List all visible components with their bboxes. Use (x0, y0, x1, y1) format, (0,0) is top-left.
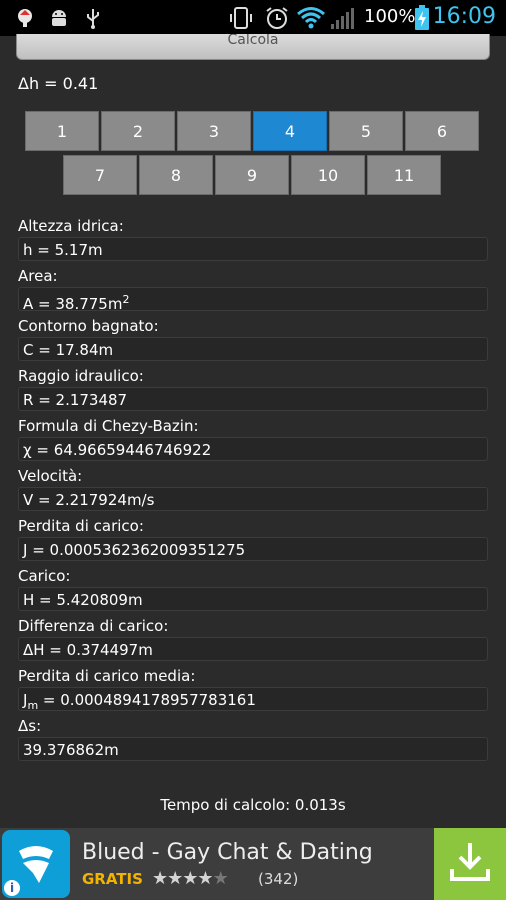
result-value-field[interactable]: h = 5.17m (18, 237, 488, 261)
result-value-field[interactable]: R = 2.173487 (18, 387, 488, 411)
tab-6[interactable]: 6 (405, 111, 479, 151)
result-value-field[interactable]: J = 0.0005362362009351275 (18, 537, 488, 561)
wifi-icon (296, 6, 326, 30)
vibrate-icon (228, 6, 254, 30)
result-label: Perdita di carico: (18, 517, 144, 535)
result-label: Velocità: (18, 467, 83, 485)
calcola-button-label: Calcola (227, 34, 279, 48)
results-list: Altezza idrica: h = 5.17m Area: A = 38.775m… (18, 216, 488, 766)
result-value: H = 5.420809m (23, 591, 143, 609)
result-value: h = 5.17m (23, 241, 103, 259)
result-label: Perdita di carico media: (18, 667, 196, 685)
tab-9[interactable]: 9 (215, 155, 289, 195)
signal-icon (330, 6, 358, 30)
result-value: = 0.0004894178957783161 (38, 691, 256, 709)
result-value: A = 38.775m (23, 295, 123, 313)
result-value: R = 2.173487 (23, 391, 128, 409)
ad-rating-stars: ★★★★★ (152, 868, 229, 889)
result-value: C = 17.84m (23, 341, 114, 359)
result-value-field[interactable]: A = 38.775m2 (18, 287, 488, 313)
ad-banner[interactable]: i Blued - Gay Chat & Dating GRATIS ★★★★★… (0, 828, 506, 900)
star-icon: ★ (212, 868, 229, 889)
result-label: Area: (18, 267, 58, 285)
ad-info-icon[interactable]: i (4, 880, 20, 896)
tab-8[interactable]: 8 (139, 155, 213, 195)
tab-11[interactable]: 11 (367, 155, 441, 195)
ad-rating-count: (342) (258, 870, 299, 888)
result-label: Contorno bagnato: (18, 317, 159, 335)
result-value: J = 0.0005362362009351275 (23, 541, 246, 559)
star-icon: ★ (152, 868, 168, 889)
usb-icon (84, 6, 102, 30)
status-bar: 100% 16:09 (0, 0, 506, 36)
star-icon: ★ (197, 868, 213, 889)
result-value-field[interactable]: V = 2.217924m/s (18, 487, 488, 511)
result-label: Carico: (18, 567, 71, 585)
result-value-field[interactable]: χ = 64.96659446746922 (18, 437, 488, 461)
result-value-field[interactable]: C = 17.84m (18, 337, 488, 361)
tab-3[interactable]: 3 (177, 111, 251, 151)
result-label: Altezza idrica: (18, 217, 124, 235)
clock: 16:09 (432, 4, 496, 29)
star-icon: ★ (167, 868, 183, 889)
tab-7[interactable]: 7 (63, 155, 137, 195)
tab-10[interactable]: 10 (291, 155, 365, 195)
tab-4[interactable]: 4 (253, 111, 327, 151)
tab-1[interactable]: 1 (25, 111, 99, 151)
android-debug-icon (48, 6, 70, 30)
delta-h-value: Δh = 0.41 (18, 74, 99, 93)
result-value-superscript: 2 (122, 293, 130, 306)
result-value: ΔH = 0.374497m (23, 641, 153, 659)
result-label: Raggio idraulico: (18, 367, 144, 385)
tab-2[interactable]: 2 (101, 111, 175, 151)
section-tabs-row-2: 7 8 9 10 11 (63, 155, 441, 195)
result-value-field[interactable]: ΔH = 0.374497m (18, 637, 488, 661)
battery-charging-icon (414, 5, 430, 30)
result-label: Formula di Chezy-Bazin: (18, 417, 199, 435)
computation-time: Tempo di calcolo: 0.013s (160, 796, 346, 814)
result-value: 39.376862m (23, 741, 119, 759)
battery-percentage: 100% (364, 6, 416, 27)
calcola-button[interactable]: Calcola (16, 34, 490, 60)
star-icon: ★ (182, 868, 198, 889)
result-value: V = 2.217924m/s (23, 491, 155, 509)
result-value-field[interactable]: 39.376862m (18, 737, 488, 761)
ad-price: GRATIS (82, 870, 143, 888)
result-value-field[interactable]: H = 5.420809m (18, 587, 488, 611)
result-value-subscript: m (27, 699, 39, 712)
download-button[interactable] (434, 828, 506, 900)
result-value-field[interactable]: Jm = 0.0004894178957783161 (18, 687, 488, 712)
alarm-icon (264, 6, 290, 30)
result-label: Differenza di carico: (18, 617, 169, 635)
ad-title[interactable]: Blued - Gay Chat & Dating (82, 840, 373, 865)
section-tabs-row-1: 123456 (25, 111, 479, 151)
download-icon (447, 839, 493, 889)
result-value: χ = 64.96659446746922 (23, 441, 212, 459)
tab-5[interactable]: 5 (329, 111, 403, 151)
app-notification-icon (14, 6, 36, 30)
result-label: Δs: (18, 717, 42, 735)
